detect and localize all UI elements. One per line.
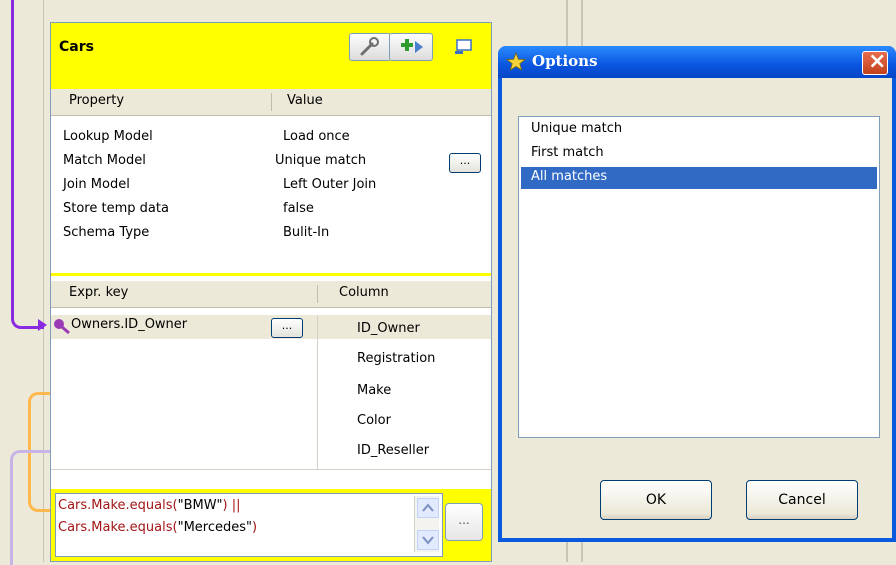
- column-name[interactable]: Make: [357, 383, 391, 398]
- list-item[interactable]: First match: [521, 143, 877, 165]
- property-value: Bulit-In: [283, 225, 330, 240]
- add-column-button[interactable]: [389, 33, 433, 61]
- property-column-header: Property: [69, 93, 125, 108]
- schema-header: Expr. key Column: [51, 281, 491, 308]
- options-star-icon: [505, 51, 527, 72]
- cancel-button[interactable]: Cancel: [746, 480, 858, 520]
- property-name: Lookup Model: [63, 129, 153, 144]
- options-dialog: Options × Unique match First match All m…: [498, 46, 896, 542]
- secondary-link: [10, 450, 53, 565]
- dialog-title: Options: [532, 52, 598, 70]
- close-button[interactable]: ×: [862, 49, 888, 75]
- column-name[interactable]: Registration: [357, 351, 435, 366]
- settings-button[interactable]: [349, 33, 391, 61]
- list-item[interactable]: Unique match: [521, 119, 877, 141]
- table-title: Cars: [59, 39, 94, 55]
- value-column-header: Value: [287, 93, 323, 108]
- section-divider: [51, 469, 491, 470]
- property-row[interactable]: Schema Type Bulit-In: [51, 223, 491, 245]
- filter-expression-input[interactable]: Cars.Make.equals("BMW") || Cars.Make.equ…: [55, 493, 443, 557]
- join-arrow-icon: [38, 319, 47, 331]
- filter-browse-button[interactable]: ...: [445, 503, 483, 541]
- column-name[interactable]: Color: [357, 413, 391, 428]
- property-row[interactable]: Match Model Unique match ...: [51, 151, 491, 173]
- column-list-divider: [317, 315, 318, 469]
- match-options-list[interactable]: Unique match First match All matches: [518, 116, 880, 438]
- properties-header: Property Value: [51, 89, 491, 116]
- match-model-browse-button[interactable]: ...: [449, 153, 481, 173]
- column-separator: [317, 285, 318, 303]
- property-value: Unique match: [275, 153, 367, 168]
- expr-key-value[interactable]: Owners.ID_Owner: [71, 317, 187, 332]
- property-row[interactable]: Store temp data false: [51, 199, 491, 221]
- property-name: Store temp data: [63, 201, 169, 216]
- close-icon: ×: [868, 49, 887, 74]
- filter-line-2: Cars.Make.equals("Mercedes"): [58, 520, 258, 535]
- property-row[interactable]: Lookup Model Load once: [51, 127, 491, 149]
- minimize-button[interactable]: [453, 37, 475, 57]
- column-separator: [271, 93, 272, 111]
- section-divider: [51, 273, 491, 276]
- add-column-icon: [401, 39, 423, 53]
- property-value: false: [283, 201, 314, 216]
- wrench-icon: [360, 37, 379, 56]
- property-name: Match Model: [63, 153, 146, 168]
- join-link-owners: [11, 0, 44, 329]
- ok-button[interactable]: OK: [600, 480, 712, 520]
- property-row[interactable]: Join Model Left Outer Join: [51, 175, 491, 197]
- filter-line-1: Cars.Make.equals("BMW") ||: [58, 498, 241, 513]
- scroll-up-icon[interactable]: [417, 498, 439, 518]
- column-name[interactable]: ID_Owner: [357, 321, 420, 336]
- minimize-icon: [455, 39, 472, 54]
- scroll-down-icon[interactable]: [417, 530, 439, 550]
- property-value: Left Outer Join: [283, 177, 377, 192]
- dialog-body: Unique match First match All matches OK …: [502, 78, 892, 538]
- property-value: Load once: [283, 129, 350, 144]
- property-name: Join Model: [63, 177, 130, 192]
- property-name: Schema Type: [63, 225, 150, 240]
- list-item-selected[interactable]: All matches: [521, 167, 877, 189]
- filter-scrollbar[interactable]: [414, 496, 439, 552]
- expr-key-browse-button[interactable]: ...: [271, 318, 303, 338]
- key-icon: [53, 317, 71, 335]
- column-name[interactable]: ID_Reseller: [357, 443, 429, 458]
- column-column-header: Column: [339, 285, 389, 300]
- expr-key-column-header: Expr. key: [69, 285, 129, 300]
- lookup-table-cars: Cars Property Value Lookup Model Load on…: [50, 22, 492, 562]
